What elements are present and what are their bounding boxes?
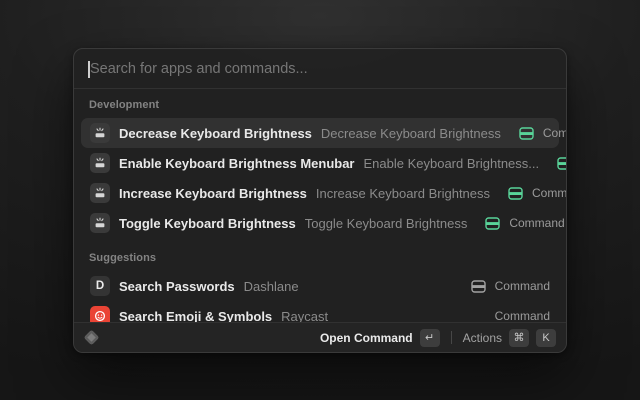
- desktop-background: Development Decrease Keyboard Brightness…: [0, 0, 640, 400]
- item-type: Command: [532, 186, 566, 200]
- command-palette-window: Development Decrease Keyboard Brightness…: [73, 48, 567, 353]
- command-icon: [471, 280, 486, 293]
- raycast-logo-icon: [84, 330, 100, 346]
- command-icon: [485, 217, 500, 230]
- search-input[interactable]: [74, 49, 566, 88]
- item-subtitle: Raycast: [281, 309, 328, 323]
- search-bar: [74, 49, 566, 89]
- dashlane-icon: D: [90, 276, 110, 296]
- list-item-search-passwords[interactable]: D Search Passwords Dashlane Command: [81, 271, 559, 301]
- item-type: Command: [495, 309, 550, 322]
- k-key-badge: K: [536, 329, 556, 347]
- item-subtitle: Toggle Keyboard Brightness: [305, 216, 468, 231]
- item-subtitle: Dashlane: [244, 279, 299, 294]
- return-key-badge: ↵: [420, 329, 440, 347]
- item-subtitle: Increase Keyboard Brightness: [316, 186, 490, 201]
- item-type: Command: [495, 279, 550, 293]
- item-title: Decrease Keyboard Brightness: [119, 126, 312, 141]
- section-header-suggestions: Suggestions: [81, 238, 559, 271]
- keyboard-brightness-icon: [90, 153, 110, 173]
- actions-label: Actions: [463, 331, 502, 345]
- smiley-face-icon: [90, 306, 110, 322]
- item-title: Search Passwords: [119, 279, 235, 294]
- item-type: Command: [543, 126, 566, 140]
- keyboard-brightness-icon: [90, 123, 110, 143]
- actions-button[interactable]: Actions ⌘ K: [463, 329, 556, 347]
- item-subtitle: Enable Keyboard Brightness...: [364, 156, 540, 171]
- item-subtitle: Decrease Keyboard Brightness: [321, 126, 501, 141]
- results-list: Development Decrease Keyboard Brightness…: [74, 89, 566, 322]
- item-title: Enable Keyboard Brightness Menubar: [119, 156, 355, 171]
- item-title: Search Emoji & Symbols: [119, 309, 272, 323]
- text-cursor: [88, 61, 90, 78]
- item-title: Increase Keyboard Brightness: [119, 186, 307, 201]
- keyboard-brightness-icon: [90, 213, 110, 233]
- footer: Open Command ↵ Actions ⌘ K: [74, 322, 566, 352]
- list-item-decrease-keyboard-brightness[interactable]: Decrease Keyboard Brightness Decrease Ke…: [81, 118, 559, 148]
- open-command-label: Open Command: [320, 331, 413, 345]
- list-item-search-emoji-symbols[interactable]: Search Emoji & Symbols Raycast Command: [81, 301, 559, 322]
- command-icon: [519, 127, 534, 140]
- command-icon: [508, 187, 523, 200]
- open-command-button[interactable]: Open Command ↵: [320, 329, 440, 347]
- list-item-enable-keyboard-brightness-menubar[interactable]: Enable Keyboard Brightness Menubar Enabl…: [81, 148, 559, 178]
- keyboard-brightness-icon: [90, 183, 110, 203]
- item-type: Command: [509, 216, 564, 230]
- cmd-key-badge: ⌘: [509, 329, 529, 347]
- section-header-development: Development: [81, 89, 559, 118]
- footer-divider: [451, 331, 452, 344]
- command-icon: [557, 157, 566, 170]
- list-item-toggle-keyboard-brightness[interactable]: Toggle Keyboard Brightness Toggle Keyboa…: [81, 208, 559, 238]
- item-title: Toggle Keyboard Brightness: [119, 216, 296, 231]
- list-item-increase-keyboard-brightness[interactable]: Increase Keyboard Brightness Increase Ke…: [81, 178, 559, 208]
